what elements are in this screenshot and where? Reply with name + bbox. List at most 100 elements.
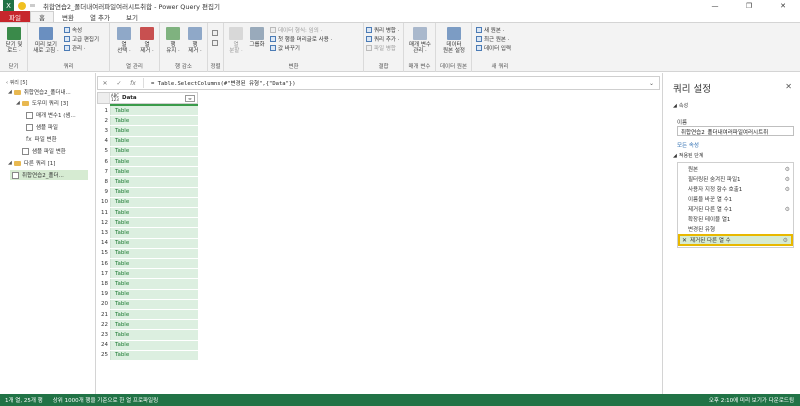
applied-steps-section[interactable]: ◢ 적용된 단계: [673, 152, 705, 159]
row-number[interactable]: 6: [97, 157, 110, 167]
tab-home[interactable]: 홈: [30, 11, 54, 22]
table-cell[interactable]: Table: [110, 136, 198, 146]
query-item-selected[interactable]: 취합연습2_폴더...: [10, 170, 88, 180]
profiling-status[interactable]: 상위 1000개 행을 기준으로 한 열 프로파일링: [53, 396, 158, 404]
column-header-data[interactable]: Data: [122, 95, 185, 101]
table-cell[interactable]: Table: [110, 330, 198, 340]
step-removed-other-1[interactable]: 제거된 다른 열 수1 ⚙: [678, 204, 793, 214]
type-selector[interactable]: ABC 123: [110, 94, 120, 102]
row-number[interactable]: 15: [97, 248, 110, 258]
replace-values-button[interactable]: 값 바꾸기: [270, 44, 300, 52]
recent-sources-button[interactable]: 최근 원본 ·: [476, 35, 510, 43]
tab-add-column[interactable]: 열 추가: [82, 11, 118, 22]
table-cell[interactable]: Table: [110, 208, 198, 218]
choose-columns-button[interactable]: 열 선택 ·: [114, 27, 134, 54]
all-properties-link[interactable]: 모든 속성: [677, 141, 699, 149]
close-icon[interactable]: ✕: [785, 82, 792, 91]
row-number[interactable]: 24: [97, 340, 110, 350]
datasource-settings-button[interactable]: 데이터 원본 설정: [440, 27, 468, 54]
row-number[interactable]: 1: [97, 106, 110, 116]
row-number[interactable]: 13: [97, 228, 110, 238]
data-type-dropdown[interactable]: 데이터 형식: 임의 ·: [270, 26, 322, 34]
query-item-parameter[interactable]: 매개 변수1 (샘...: [26, 110, 76, 120]
row-number[interactable]: 3: [97, 126, 110, 136]
expand-column-icon[interactable]: ⇔: [185, 94, 195, 102]
table-cell[interactable]: Table: [110, 146, 198, 156]
manage-button[interactable]: 관리 ·: [64, 44, 86, 52]
group-by-button[interactable]: 그룹화: [246, 27, 268, 48]
query-folder-helper[interactable]: ◢ 도우미 쿼리 [3]: [16, 98, 68, 108]
step-renamed-columns[interactable]: 이름을 바꾼 열 수1: [678, 194, 793, 204]
row-number[interactable]: 10: [97, 197, 110, 207]
table-cell[interactable]: Table: [110, 197, 198, 207]
manage-parameters-button[interactable]: 매개 변수 관리 ·: [407, 27, 433, 54]
row-number[interactable]: 19: [97, 289, 110, 299]
query-item-transform-sample[interactable]: 샘플 파일 변환: [22, 146, 66, 156]
row-number[interactable]: 21: [97, 310, 110, 320]
gear-icon[interactable]: ⚙: [785, 206, 790, 213]
tab-file[interactable]: 파일: [0, 11, 30, 22]
tab-transform[interactable]: 변환: [54, 11, 82, 22]
row-number[interactable]: 18: [97, 279, 110, 289]
refresh-preview-button[interactable]: 미리 보기 새로 고침 ·: [30, 27, 62, 54]
restore-icon[interactable]: ❐: [732, 0, 766, 11]
first-row-header-button[interactable]: 첫 행을 머리글로 사용 ·: [270, 35, 332, 43]
sort-desc-button[interactable]: [212, 39, 220, 46]
row-number[interactable]: 5: [97, 146, 110, 156]
row-number[interactable]: 7: [97, 167, 110, 177]
tab-view[interactable]: 보기: [118, 11, 146, 22]
split-column-button[interactable]: 열 분할 ·: [227, 27, 245, 54]
query-name-input[interactable]: 취합연습2_폴더내여러파일여러시트취: [677, 126, 794, 136]
query-item-transform-file[interactable]: fx 파일 변환: [26, 134, 57, 144]
table-cell[interactable]: Table: [110, 187, 198, 197]
table-cell[interactable]: Table: [110, 259, 198, 269]
queries-header[interactable]: ‹ 쿼리 [5]: [0, 73, 95, 86]
query-folder-other[interactable]: ◢ 다른 쿼리 [1]: [8, 158, 55, 168]
fx-icon[interactable]: fx: [126, 80, 140, 87]
cancel-icon[interactable]: ✕: [98, 80, 112, 87]
step-removed-other-selected[interactable]: ✕ 제거된 다른 열 수 ⚙: [678, 234, 793, 246]
gear-icon[interactable]: ⚙: [785, 186, 790, 193]
row-number[interactable]: 25: [97, 350, 110, 360]
table-cell[interactable]: Table: [110, 126, 198, 136]
table-cell[interactable]: Table: [110, 289, 198, 299]
row-number[interactable]: 9: [97, 187, 110, 197]
merge-queries-button[interactable]: 쿼리 병합 ·: [366, 26, 400, 34]
properties-section[interactable]: ◢ 속성: [673, 102, 690, 109]
table-cell[interactable]: Table: [110, 248, 198, 258]
quick-access-dropdown-icon[interactable]: [30, 4, 35, 7]
table-cell[interactable]: Table: [110, 269, 198, 279]
query-folder-main[interactable]: ◢ 취합연습2_폴더내...: [8, 87, 71, 97]
table-cell[interactable]: Table: [110, 299, 198, 309]
step-changed-type[interactable]: 변경된 유형: [678, 224, 793, 234]
step-source[interactable]: 원본 ⚙: [678, 164, 793, 174]
table-menu-icon[interactable]: [98, 93, 110, 103]
row-number[interactable]: 16: [97, 259, 110, 269]
append-queries-button[interactable]: 쿼리 추가 ·: [366, 35, 400, 43]
row-number[interactable]: 22: [97, 320, 110, 330]
step-filtered-hidden[interactable]: 필터링된 숨겨진 파일1 ⚙: [678, 174, 793, 184]
step-invoke-function[interactable]: 사용자 지정 함수 호출1 ⚙: [678, 184, 793, 194]
advanced-editor-button[interactable]: 고급 편집기: [64, 35, 99, 43]
row-number[interactable]: 4: [97, 136, 110, 146]
table-cell[interactable]: Table: [110, 279, 198, 289]
row-number[interactable]: 23: [97, 330, 110, 340]
step-expanded-table[interactable]: 확장된 테이블 열1: [678, 214, 793, 224]
delete-step-icon[interactable]: ✕: [682, 237, 687, 244]
table-cell[interactable]: Table: [110, 350, 198, 360]
keep-rows-button[interactable]: 행 유지 ·: [163, 27, 183, 54]
row-number[interactable]: 20: [97, 299, 110, 309]
table-cell[interactable]: Table: [110, 218, 198, 228]
remove-rows-button[interactable]: 행 제거 ·: [185, 27, 205, 54]
new-source-button[interactable]: 새 원본 ·: [476, 26, 504, 34]
table-cell[interactable]: Table: [110, 228, 198, 238]
table-cell[interactable]: Table: [110, 320, 198, 330]
table-cell[interactable]: Table: [110, 106, 198, 116]
table-cell[interactable]: Table: [110, 310, 198, 320]
enter-data-button[interactable]: 데이터 입력: [476, 44, 511, 52]
gear-icon[interactable]: ⚙: [785, 166, 790, 173]
table-cell[interactable]: Table: [110, 177, 198, 187]
sort-asc-button[interactable]: [212, 29, 220, 36]
table-cell[interactable]: Table: [110, 340, 198, 350]
row-number[interactable]: 17: [97, 269, 110, 279]
